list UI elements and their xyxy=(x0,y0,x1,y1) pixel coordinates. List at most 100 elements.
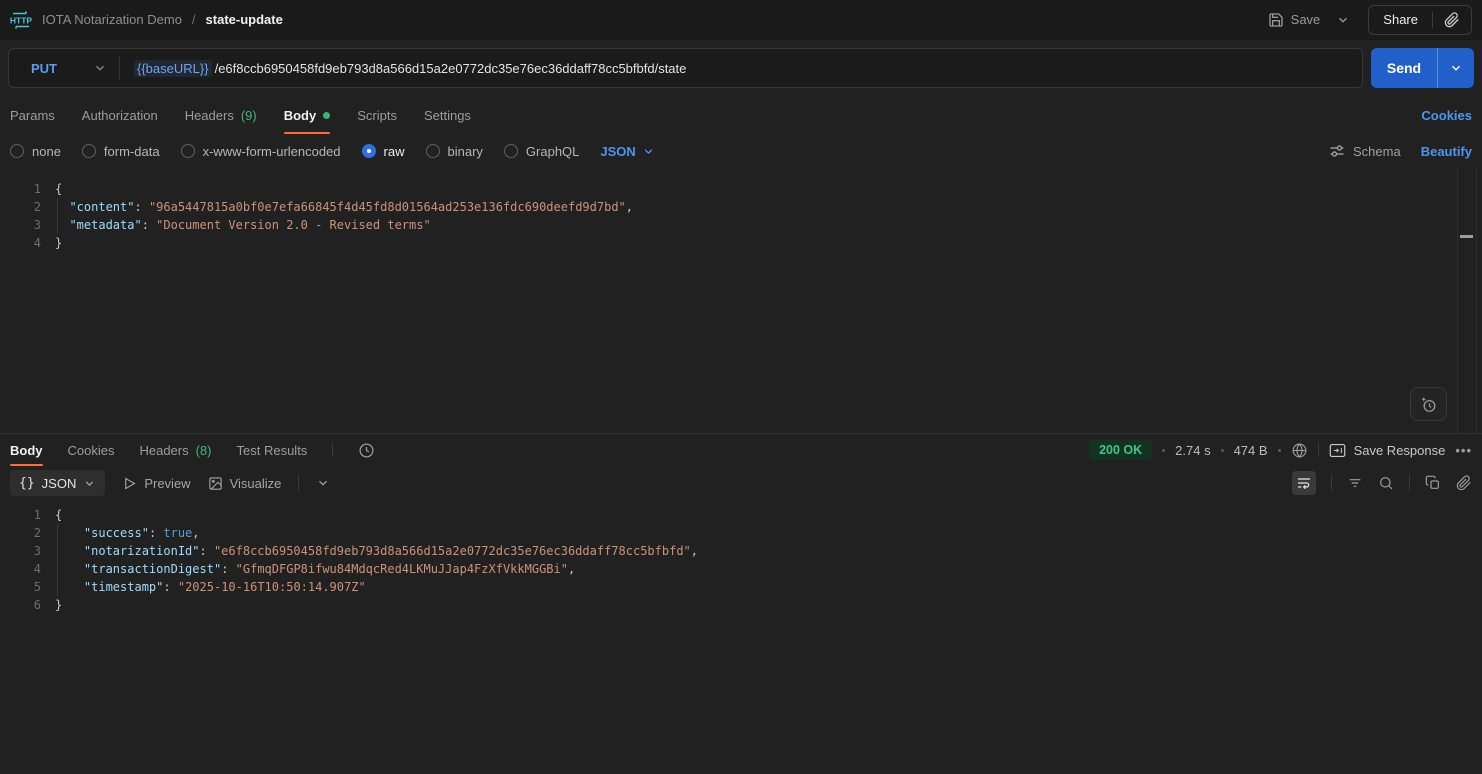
code-line: 3 "notarizationId": "e6f8ccb6950458fd9eb… xyxy=(0,542,1482,560)
tab-label: Settings xyxy=(423,107,471,123)
body-type-radio-none[interactable]: none xyxy=(10,144,61,159)
chevron-down-icon xyxy=(83,477,96,490)
cookies-link[interactable]: Cookies xyxy=(1421,108,1472,123)
radio-label: x-www-form-urlencoded xyxy=(202,143,341,159)
radio-icon xyxy=(180,144,195,158)
response-body-code: 1{2 "success": true, 3 "notarizationId": … xyxy=(0,506,1482,614)
request-body-editor[interactable]: 1{2 "content": "96a5447815a0bf0e7efa6684… xyxy=(0,168,1482,433)
save-button[interactable]: Save xyxy=(1260,6,1329,34)
line-number: 4 xyxy=(33,562,41,576)
copy-button[interactable] xyxy=(1425,475,1441,491)
preview-button[interactable]: Preview xyxy=(122,475,191,491)
response-tab-cookies[interactable]: Cookies xyxy=(68,434,115,466)
breadcrumb-collection[interactable]: IOTA Notarization Demo xyxy=(42,12,182,27)
line-content: "transactionDigest": "GfmqDFGP8ifwu84Mdq… xyxy=(83,562,576,576)
wrap-lines-button[interactable] xyxy=(1292,471,1316,495)
body-type-radio-raw[interactable]: raw xyxy=(361,144,405,159)
save-response-icon xyxy=(1329,443,1346,458)
postbot-button[interactable] xyxy=(1410,387,1447,421)
breadcrumb-request-name[interactable]: state-update xyxy=(206,12,283,27)
copy-link-button[interactable] xyxy=(1433,11,1471,28)
line-content: { xyxy=(55,508,63,522)
response-tab-body[interactable]: Body xyxy=(10,434,43,466)
code-line: 2 "content": "96a5447815a0bf0e7efa66845f… xyxy=(0,198,1482,216)
tab-headers[interactable]: Headers (9) xyxy=(185,96,257,134)
schema-button[interactable]: Schema xyxy=(1329,143,1401,159)
line-content: "success": true, xyxy=(83,526,200,540)
tab-settings[interactable]: Settings xyxy=(424,96,471,134)
body-type-radio-form-data[interactable]: form-data xyxy=(81,144,160,159)
link-button[interactable] xyxy=(1456,475,1472,491)
body-language-select[interactable]: JSON xyxy=(600,144,654,159)
body-type-radio-urlencoded[interactable]: x-www-form-urlencoded xyxy=(180,143,341,159)
chevron-down-icon xyxy=(1336,13,1350,27)
url-input[interactable]: {{baseURL}} /e6f8ccb6950458fd9eb793d8a56… xyxy=(120,59,686,77)
line-content: "metadata": "Document Version 2.0 - Revi… xyxy=(69,218,431,232)
response-tab-headers[interactable]: Headers (8) xyxy=(139,434,211,466)
code-line: 1{ xyxy=(0,506,1482,524)
response-toolbar-right xyxy=(1292,471,1472,495)
code-line: 5 "timestamp": "2025-10-16T10:50:14.907Z… xyxy=(0,578,1482,596)
save-options-button[interactable] xyxy=(1328,7,1358,33)
search-icon[interactable] xyxy=(1378,475,1394,491)
editor-scroll-edge xyxy=(1476,168,1477,433)
base-url-variable[interactable]: {{baseURL}} xyxy=(134,59,212,77)
radio-icon xyxy=(503,144,518,158)
beautify-button[interactable]: Beautify xyxy=(1421,144,1472,159)
tab-authorization[interactable]: Authorization xyxy=(82,96,158,134)
more-actions-button[interactable]: ••• xyxy=(1455,443,1472,458)
body-type-radio-graphql[interactable]: GraphQL xyxy=(503,144,579,159)
visualize-label: Visualize xyxy=(229,475,282,491)
dot-separator xyxy=(1277,448,1281,452)
status-badge: 200 OK xyxy=(1089,440,1153,460)
visualize-options-button[interactable] xyxy=(316,476,330,490)
globe-icon xyxy=(1291,442,1308,459)
save-icon xyxy=(1268,12,1284,28)
response-format-select[interactable]: {} JSON xyxy=(10,470,106,496)
response-history-button[interactable] xyxy=(358,442,375,459)
image-icon xyxy=(208,476,223,491)
tab-label: Headers xyxy=(184,107,234,123)
save-label: Save xyxy=(1290,12,1321,27)
tab-params[interactable]: Params xyxy=(10,96,55,134)
body-options-row: none form-data x-www-form-urlencoded raw… xyxy=(0,134,1482,168)
line-content: "timestamp": "2025-10-16T10:50:14.907Z" xyxy=(83,580,366,594)
method-dropdown[interactable]: PUT xyxy=(9,61,119,76)
body-type-radio-binary[interactable]: binary xyxy=(425,144,483,159)
history-clock-icon xyxy=(358,442,375,459)
sliders-icon xyxy=(1329,143,1345,159)
chevron-down-icon xyxy=(1449,61,1463,75)
line-number: 6 xyxy=(33,598,41,612)
send-button[interactable]: Send xyxy=(1371,48,1437,88)
line-number: 2 xyxy=(33,526,41,540)
code-line: 2 "success": true, xyxy=(0,524,1482,542)
language-label: JSON xyxy=(600,143,636,159)
editor-scrollbar[interactable] xyxy=(1460,235,1473,238)
network-info-button[interactable] xyxy=(1291,442,1308,459)
editor-scroll-track xyxy=(1457,168,1458,433)
filter-button[interactable] xyxy=(1347,475,1363,491)
response-section: Body Cookies Headers (8) Test Results 20… xyxy=(0,433,1482,774)
modified-dot xyxy=(323,111,331,119)
line-content: "notarizationId": "e6f8ccb6950458fd9eb79… xyxy=(83,544,699,558)
response-meta: 200 OK 2.74 s 474 B Save Response ••• xyxy=(1089,440,1472,460)
response-tab-test-results[interactable]: Test Results xyxy=(237,434,308,466)
visualize-button[interactable]: Visualize xyxy=(208,475,282,491)
share-button[interactable]: Share xyxy=(1369,12,1432,27)
request-tabs: Params Authorization Headers (9) Body Sc… xyxy=(0,96,1482,134)
dot-separator xyxy=(1162,448,1166,452)
method-label: PUT xyxy=(31,60,57,76)
tab-scripts[interactable]: Scripts xyxy=(357,96,397,134)
preview-label: Preview xyxy=(144,475,191,491)
response-body-viewer[interactable]: 1{2 "success": true, 3 "notarizationId": … xyxy=(0,500,1482,774)
schema-label: Schema xyxy=(1353,143,1401,159)
url-bar: PUT {{baseURL}} /e6f8ccb6950458fd9eb793d… xyxy=(8,48,1363,88)
tab-label: Test Results xyxy=(236,442,308,458)
line-number: 2 xyxy=(33,200,41,214)
tab-body[interactable]: Body xyxy=(283,96,331,134)
response-toolbar: {} JSON Preview Visualize xyxy=(0,466,1482,500)
send-options-button[interactable] xyxy=(1437,48,1474,88)
save-response-button[interactable]: Save Response xyxy=(1329,442,1446,458)
save-response-label: Save Response xyxy=(1353,442,1446,458)
request-url-row: PUT {{baseURL}} /e6f8ccb6950458fd9eb793d… xyxy=(0,40,1482,96)
